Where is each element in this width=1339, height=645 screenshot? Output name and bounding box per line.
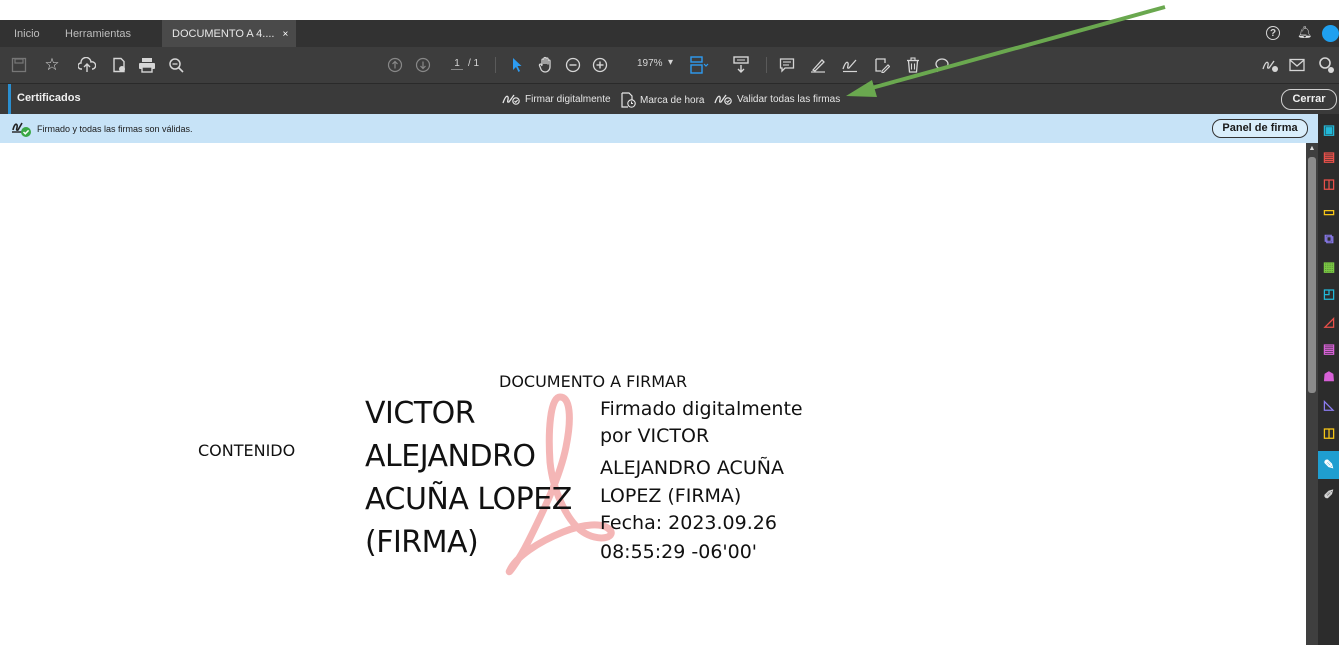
- bookmark-star-icon[interactable]: ☆: [40, 53, 64, 77]
- signer-name-line: ALEJANDRO: [365, 439, 536, 474]
- comment-rail-icon[interactable]: ▭: [1321, 204, 1337, 220]
- bell-icon[interactable]: 🔔︎: [1297, 25, 1312, 39]
- page-number-input[interactable]: 1: [451, 58, 463, 70]
- scroll-up-icon[interactable]: ▲: [1308, 145, 1316, 153]
- signature-status-bar: Firmado y todas las firmas son válidas. …: [0, 114, 1318, 143]
- tab-document-label: DOCUMENTO A 4....: [172, 28, 275, 40]
- certificates-title: Certificados: [17, 92, 81, 104]
- timestamp-label: Marca de hora: [640, 94, 705, 106]
- signature-detail-line: 08:55:29 -06'00': [600, 541, 758, 563]
- validate-signatures-label: Validar todas las firmas: [737, 93, 841, 105]
- account-icon[interactable]: [1322, 25, 1339, 42]
- save-icon[interactable]: [7, 53, 31, 77]
- top-strip: [0, 0, 1339, 20]
- share-user-icon[interactable]: [1314, 53, 1338, 77]
- document-content: CONTENIDO: [198, 441, 296, 460]
- signature-detail-line: Fecha: 2023.09.26: [600, 512, 777, 534]
- close-certificates-button[interactable]: Cerrar: [1281, 89, 1337, 110]
- certificates-bar-accent: [8, 84, 11, 114]
- more-tools-icon[interactable]: ✐: [1321, 487, 1337, 503]
- edit-text-icon[interactable]: [870, 53, 894, 77]
- hand-tool-icon[interactable]: [534, 53, 558, 77]
- scan-ocr-icon[interactable]: ◰: [1321, 286, 1337, 302]
- delete-trash-icon[interactable]: [901, 53, 925, 77]
- sign-digitally-icon: [502, 92, 521, 106]
- tab-bar: Inicio Herramientas DOCUMENTO A 4.... × ?…: [0, 20, 1339, 47]
- signer-name-line: (FIRMA): [365, 525, 479, 560]
- signature-detail-line: ALEJANDRO ACUÑA: [600, 457, 784, 479]
- combine-files-icon[interactable]: ⧉: [1321, 231, 1337, 247]
- fill-sign-rail-icon[interactable]: ◿: [1321, 314, 1337, 330]
- validate-signatures-icon: [714, 92, 733, 106]
- timestamp-button[interactable]: Marca de hora: [620, 92, 704, 108]
- signature-panel-button[interactable]: Panel de firma: [1212, 119, 1308, 138]
- create-pdf-icon[interactable]: [107, 53, 131, 77]
- signer-name-line: ACUÑA LOPEZ: [365, 482, 572, 517]
- certificates-rail-icon: ✎: [1323, 457, 1335, 472]
- export-pdf-icon[interactable]: ▣: [1321, 122, 1337, 138]
- sign-digitally-button[interactable]: Firmar digitalmente: [502, 92, 611, 106]
- upload-cloud-icon[interactable]: [75, 53, 99, 77]
- validate-all-signatures-button[interactable]: Validar todas las firmas: [714, 92, 840, 106]
- zoom-level-select[interactable]: 197%: [637, 58, 663, 69]
- signature-valid-icon: [11, 120, 33, 143]
- right-tools-rail: ▣ ▤ ◫ ▭ ⧉ ▦ ◰ ◿ ▤ ☗ ◺ ◫ ✎ ✐: [1318, 114, 1339, 645]
- tab-document[interactable]: DOCUMENTO A 4.... ×: [162, 20, 297, 47]
- sign-icon[interactable]: [838, 53, 862, 77]
- certificates-bar: Certificados Firmar digitalmente Marca d…: [0, 84, 1339, 114]
- edit-pdf-rail-icon[interactable]: ◺: [1321, 397, 1337, 413]
- protect-icon[interactable]: ◫: [1321, 425, 1337, 441]
- toolbar-divider: [766, 57, 767, 73]
- next-page-icon[interactable]: [411, 53, 435, 77]
- zoom-search-icon[interactable]: [164, 53, 188, 77]
- document-title: DOCUMENTO A FIRMAR: [499, 372, 688, 391]
- document-page: [0, 143, 1306, 645]
- vertical-scrollbar[interactable]: ▲: [1306, 143, 1318, 645]
- highlight-pen-icon[interactable]: [806, 53, 830, 77]
- signature-detail-line: LOPEZ (FIRMA): [600, 485, 742, 507]
- tab-home[interactable]: Inicio: [14, 20, 40, 47]
- scrollbar-thumb[interactable]: [1308, 157, 1316, 393]
- certificates-tool-active[interactable]: ✎: [1318, 451, 1339, 479]
- compress-icon[interactable]: ▦: [1321, 259, 1337, 275]
- scroll-mode-icon[interactable]: [729, 53, 753, 77]
- zoom-in-icon[interactable]: [588, 53, 612, 77]
- create-pdf-rail-icon[interactable]: ◫: [1321, 176, 1337, 192]
- request-signatures-icon[interactable]: ☗: [1321, 369, 1337, 385]
- tab-tools[interactable]: Herramientas: [65, 20, 131, 47]
- signature-status-text: Firmado y todas las firmas son válidas.: [37, 124, 193, 134]
- help-icon[interactable]: ?: [1266, 26, 1280, 40]
- signature-detail-line: por VICTOR: [600, 425, 710, 447]
- timestamp-icon: [620, 92, 636, 108]
- email-icon[interactable]: [1285, 53, 1309, 77]
- page-total: / 1: [468, 58, 480, 69]
- sign-digitally-label: Firmar digitalmente: [525, 93, 611, 105]
- signature-detail-line: Firmado digitalmente: [600, 398, 803, 420]
- close-tab-icon[interactable]: ×: [283, 29, 289, 40]
- prepare-form-icon[interactable]: ▤: [1321, 341, 1337, 357]
- comment-icon[interactable]: [775, 53, 799, 77]
- organize-pages-icon[interactable]: ▤: [1321, 149, 1337, 165]
- zoom-out-icon[interactable]: [561, 53, 585, 77]
- fill-and-sign-icon[interactable]: [1258, 53, 1282, 77]
- lasso-icon[interactable]: [930, 53, 954, 77]
- previous-page-icon[interactable]: [383, 53, 407, 77]
- toolbar-divider: [495, 57, 496, 73]
- zoom-dropdown-caret-icon[interactable]: ▾: [668, 57, 673, 68]
- main-toolbar: ☆ 1 / 1 197% ▾: [0, 47, 1339, 84]
- signer-name-line: VICTOR: [365, 396, 476, 431]
- select-cursor-icon[interactable]: [505, 53, 529, 77]
- print-icon[interactable]: [135, 53, 159, 77]
- page-fit-icon[interactable]: [687, 53, 711, 77]
